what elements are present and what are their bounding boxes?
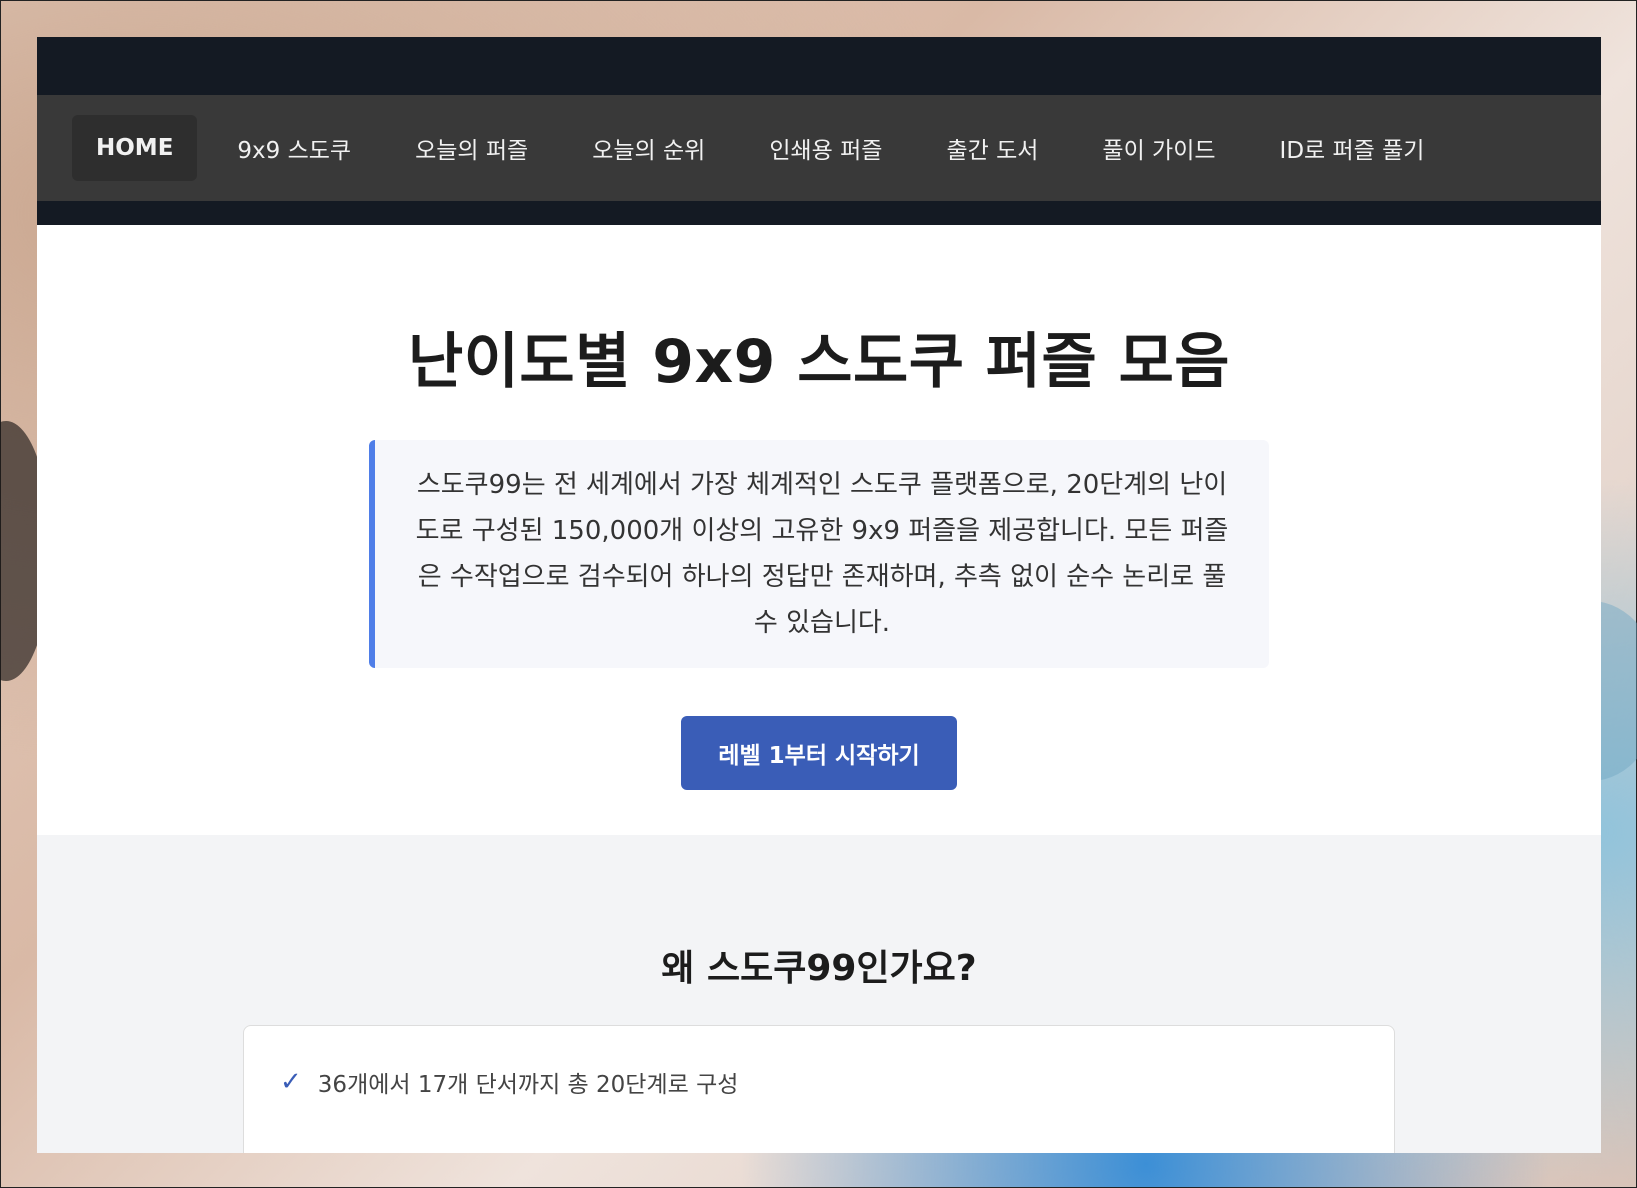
navigation-wrapper: HOME 9x9 스도쿠 오늘의 퍼즐 오늘의 순위 인쇄용 퍼즐 출간 도서 … xyxy=(37,95,1601,225)
features-card: ✓ 36개에서 17개 단서까지 총 20단계로 구성 xyxy=(243,1025,1395,1153)
main-navigation: HOME 9x9 스도쿠 오늘의 퍼즐 오늘의 순위 인쇄용 퍼즐 출간 도서 … xyxy=(37,95,1601,201)
feature-item-cut-off xyxy=(280,1124,1358,1153)
nav-item-published-books[interactable]: 출간 도서 xyxy=(922,115,1062,181)
start-level-1-button[interactable]: 레벨 1부터 시작하기 xyxy=(681,716,957,790)
page-title: 난이도별 9x9 스도쿠 퍼즐 모음 xyxy=(408,327,1230,397)
nav-item-todays-puzzle[interactable]: 오늘의 퍼즐 xyxy=(391,115,552,181)
top-header-bar xyxy=(37,37,1601,95)
feature-item: ✓ 36개에서 17개 단서까지 총 20단계로 구성 xyxy=(280,1062,1358,1102)
section-title: 왜 스도쿠99인가요? xyxy=(661,948,977,989)
nav-item-home[interactable]: HOME xyxy=(72,115,198,181)
nav-item-todays-ranking[interactable]: 오늘의 순위 xyxy=(568,115,729,181)
checkmark-icon: ✓ xyxy=(280,1067,302,1097)
browser-page: HOME 9x9 스도쿠 오늘의 퍼즐 오늘의 순위 인쇄용 퍼즐 출간 도서 … xyxy=(37,37,1601,1153)
hero-section: 난이도별 9x9 스도쿠 퍼즐 모음 스도쿠99는 전 세계에서 가장 체계적인… xyxy=(37,225,1601,835)
nav-item-9x9-sudoku[interactable]: 9x9 스도쿠 xyxy=(213,115,375,181)
feature-text: 36개에서 17개 단서까지 총 20단계로 구성 xyxy=(317,1072,739,1098)
why-section: 왜 스도쿠99인가요? ✓ 36개에서 17개 단서까지 총 20단계로 구성 xyxy=(37,835,1601,1153)
nav-item-printable-puzzles[interactable]: 인쇄용 퍼즐 xyxy=(745,115,906,181)
nav-item-solve-by-id[interactable]: ID로 퍼즐 풀기 xyxy=(1256,115,1449,181)
intro-callout: 스도쿠99는 전 세계에서 가장 체계적인 스도쿠 플랫폼으로, 20단계의 난… xyxy=(369,440,1269,668)
nav-item-solving-guide[interactable]: 풀이 가이드 xyxy=(1078,115,1239,181)
